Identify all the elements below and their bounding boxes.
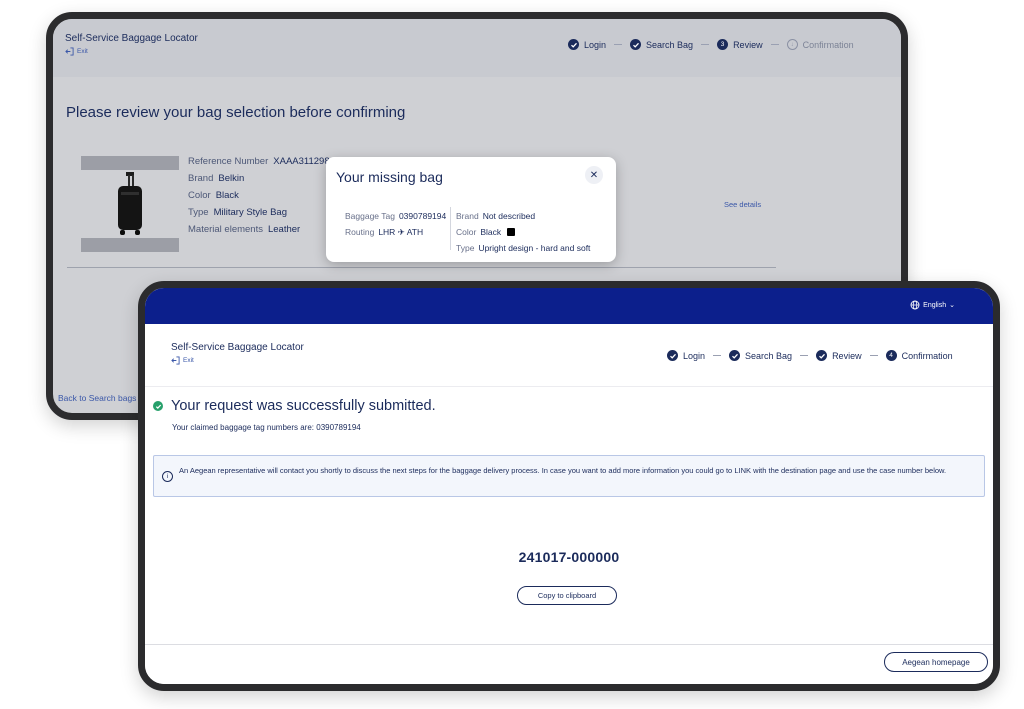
modal-right-column: Brand Not described Color Black Type Uprigh… xyxy=(456,208,590,256)
case-number: 241017-000000 xyxy=(518,549,620,565)
step-separator xyxy=(869,355,878,356)
step-login: Login xyxy=(568,39,606,50)
type-row: Type Military Style Bag xyxy=(188,207,287,218)
close-icon: ✕ xyxy=(589,169,599,181)
chevron-down-icon: ⌄ xyxy=(949,302,955,309)
step-label: Review xyxy=(733,39,763,50)
step-separator xyxy=(614,44,623,45)
exit-label: Exit xyxy=(183,357,194,364)
divider xyxy=(67,267,776,268)
language-selector[interactable]: English ⌄ xyxy=(910,300,955,310)
step-review: Review xyxy=(816,350,862,361)
exit-label: Exit xyxy=(77,48,88,55)
exit-button[interactable]: Exit xyxy=(171,356,304,365)
image-band-top xyxy=(81,156,179,170)
step-separator xyxy=(770,44,779,45)
progress-stepper: Login Search Bag Review 4 Confirmation xyxy=(667,350,953,361)
info-icon: i xyxy=(162,471,173,482)
check-circle-icon xyxy=(667,350,678,361)
check-circle-icon xyxy=(153,401,163,411)
bag-image xyxy=(81,156,179,252)
duffel-bag-icon xyxy=(118,172,142,235)
exit-icon xyxy=(171,356,180,365)
success-message: Your request was successfully submitted. xyxy=(153,398,436,414)
brand-row: Brand Not described xyxy=(456,211,536,221)
confirmation-title-block: Self-Service Baggage Locator Exit xyxy=(171,342,304,365)
step-label: Login xyxy=(683,350,706,361)
info-text: An Aegean representative will contact yo… xyxy=(179,466,947,475)
step-label: Confirmation xyxy=(901,350,953,361)
baggage-tag-row: Baggage Tag 0390789194 xyxy=(345,211,447,221)
app-title: Self-Service Baggage Locator xyxy=(171,342,304,353)
type-row: Type Upright design - hard and soft xyxy=(456,243,591,253)
review-title-block: Self-Service Baggage Locator Exit xyxy=(65,33,198,56)
material-row: Material elements Leather xyxy=(188,224,301,235)
image-band-bottom xyxy=(81,238,179,252)
step-confirmation: ↓ Confirmation xyxy=(786,39,854,50)
step-login: Login xyxy=(667,350,705,361)
info-banner: i An Aegean representative will contact … xyxy=(153,455,985,497)
modal-title: Your missing bag xyxy=(336,169,443,185)
modal-divider xyxy=(450,207,451,250)
exit-button[interactable]: Exit xyxy=(65,47,198,56)
confirmation-screen-device: English ⌄ Self-Service Baggage Locator E… xyxy=(138,281,1000,691)
step-label: Search Bag xyxy=(745,350,793,361)
back-to-search-link[interactable]: Back to Search bags xyxy=(58,393,136,403)
color-row: Color Black xyxy=(188,190,239,201)
aegean-homepage-button[interactable]: Aegean homepage xyxy=(884,652,988,672)
progress-stepper: Login Search Bag 3 Review ↓ Confirmation xyxy=(568,39,854,50)
check-circle-icon xyxy=(729,350,741,361)
see-details-link[interactable]: See details xyxy=(724,200,761,209)
confirmation-header: Self-Service Baggage Locator Exit Login … xyxy=(145,324,993,387)
top-brand-bar: English ⌄ xyxy=(145,288,993,324)
modal-left-column: Baggage Tag 0390789194 Routing LHR ✈ ATH xyxy=(345,208,446,240)
step-separator xyxy=(713,355,722,356)
step-search-bag: Search Bag xyxy=(630,39,693,50)
review-header: Self-Service Baggage Locator Exit Login … xyxy=(53,19,901,77)
globe-icon xyxy=(910,300,920,310)
page-title: Please review your bag selection before … xyxy=(66,104,406,121)
color-row: Color Black xyxy=(456,224,590,240)
step-label: Login xyxy=(584,39,607,50)
color-swatch xyxy=(507,228,516,236)
step-confirmation: 4 Confirmation xyxy=(885,350,953,361)
bag-details: Reference Number XAAA311298 Brand Belkin C… xyxy=(188,153,330,238)
exit-icon xyxy=(65,47,74,56)
step-review: 3 Review xyxy=(717,39,763,50)
download-circle-icon: ↓ xyxy=(786,39,798,50)
step-number-badge: 4 xyxy=(885,350,897,361)
step-label: Search Bag xyxy=(646,39,694,50)
footer: Aegean homepage xyxy=(145,644,993,684)
step-label: Confirmation xyxy=(802,39,854,50)
step-search-bag: Search Bag xyxy=(729,350,792,361)
copy-to-clipboard-button[interactable]: Copy to clipboard xyxy=(517,586,617,605)
missing-bag-modal: Your missing bag ✕ Baggage Tag 0390789194… xyxy=(326,157,616,262)
step-separator xyxy=(800,355,809,356)
step-separator xyxy=(701,44,710,45)
check-circle-icon xyxy=(816,350,828,361)
routing-row: Routing LHR ✈ ATH xyxy=(345,227,424,237)
brand-row: Brand Belkin xyxy=(188,173,245,184)
step-label: Review xyxy=(832,350,862,361)
check-circle-icon xyxy=(568,39,579,50)
language-label: English xyxy=(923,301,947,309)
success-title: Your request was successfully submitted. xyxy=(171,398,436,414)
plane-icon: ✈ xyxy=(397,227,405,237)
step-number-badge: 3 xyxy=(717,39,729,50)
reference-row: Reference Number XAAA311298 xyxy=(188,156,330,167)
close-button[interactable]: ✕ xyxy=(585,166,603,184)
claimed-tags-text: Your claimed baggage tag numbers are: 03… xyxy=(172,423,361,432)
app-title: Self-Service Baggage Locator xyxy=(65,33,198,44)
check-circle-icon xyxy=(630,39,642,50)
